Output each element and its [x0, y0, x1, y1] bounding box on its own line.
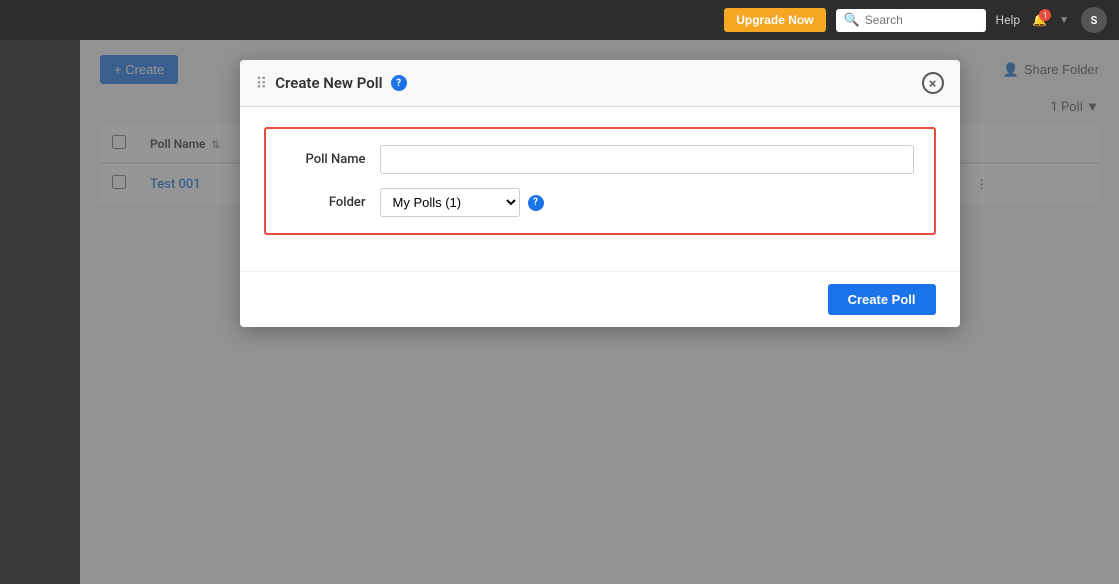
sidebar [0, 40, 80, 584]
poll-name-input[interactable] [380, 145, 914, 174]
main-content: + Create 👤 Share Folder 1 Poll ▼ Poll Na… [0, 40, 1119, 584]
modal-title: Create New Poll [275, 74, 382, 92]
folder-select[interactable]: My Polls (1) [380, 188, 520, 217]
upgrade-button[interactable]: Upgrade Now [724, 8, 825, 32]
chevron-down-icon: ▼ [1059, 15, 1069, 26]
topbar-right: Help 🔔 1 ▼ S [996, 7, 1107, 33]
bell-icon-wrap[interactable]: 🔔 1 [1032, 13, 1047, 27]
modal-close-button[interactable]: × [922, 72, 944, 94]
search-input[interactable] [865, 13, 978, 27]
folder-help-icon[interactable]: ? [528, 195, 544, 211]
search-icon: 🔍 [844, 13, 860, 28]
poll-name-label: Poll Name [286, 152, 366, 167]
create-poll-button[interactable]: Create Poll [828, 284, 936, 315]
modal-body: Poll Name Folder My Polls (1) ? [240, 107, 960, 271]
folder-label: Folder [286, 195, 366, 210]
folder-row: Folder My Polls (1) ? [286, 188, 914, 217]
drag-handle-icon[interactable]: ⠿ [256, 74, 268, 93]
modal-header-left: ⠿ Create New Poll ? [256, 74, 407, 93]
modal-footer: Create Poll [240, 271, 960, 327]
notification-badge: 1 [1039, 9, 1051, 21]
help-label: Help [996, 13, 1021, 27]
modal-header: ⠿ Create New Poll ? × [240, 60, 960, 107]
modal-overlay: ⠿ Create New Poll ? × Poll Name [80, 40, 1119, 584]
folder-row-inner: My Polls (1) ? [380, 188, 544, 217]
page-content: + Create 👤 Share Folder 1 Poll ▼ Poll Na… [80, 40, 1119, 584]
topbar: Upgrade Now 🔍 Help 🔔 1 ▼ S [0, 0, 1119, 40]
modal-help-icon[interactable]: ? [391, 75, 407, 91]
search-box: 🔍 [836, 9, 986, 32]
create-poll-modal: ⠿ Create New Poll ? × Poll Name [240, 60, 960, 327]
form-outline: Poll Name Folder My Polls (1) ? [264, 127, 936, 235]
poll-name-row: Poll Name [286, 145, 914, 174]
user-avatar[interactable]: S [1081, 7, 1107, 33]
